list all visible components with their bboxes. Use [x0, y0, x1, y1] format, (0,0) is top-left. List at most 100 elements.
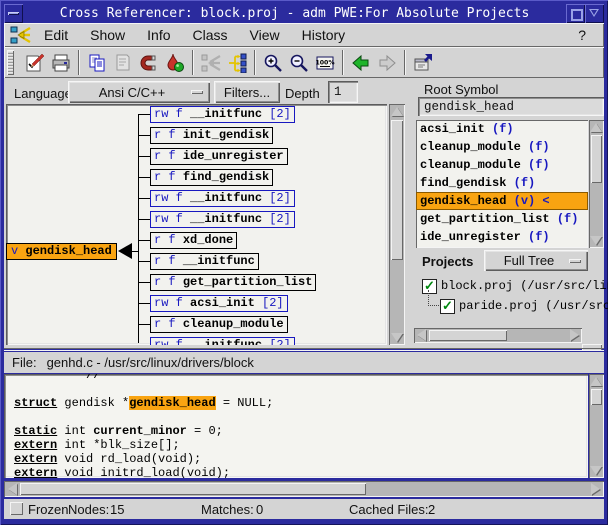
graph-node-find_gendisk[interactable]: r f find_gendisk [150, 169, 273, 186]
toolbar-separator [342, 50, 344, 75]
graph-node-acsi_init[interactable]: rw f acsi_init [2] [150, 295, 288, 312]
zoom-100-button[interactable]: 100% [312, 50, 338, 76]
hierarchy-button[interactable] [224, 50, 250, 76]
copy-button[interactable] [84, 50, 110, 76]
graph-connector-line [138, 114, 150, 115]
properties-button[interactable] [410, 50, 436, 76]
graph-node-cleanup_module[interactable]: r f cleanup_module [150, 316, 288, 333]
scrollbar-thumb[interactable] [391, 120, 403, 260]
paint-drop-button[interactable] [162, 50, 188, 76]
graph-node-__initfunc[interactable]: rw f __initfunc [2] [150, 211, 295, 228]
document-disabled-icon [113, 53, 133, 73]
language-dropdown[interactable]: Ansi C/C++ [68, 81, 210, 103]
window-title: Cross Referencer: block.proj - adm PWE:F… [23, 6, 566, 21]
scroll-right-icon[interactable] [570, 329, 579, 341]
projects-horizontal-scrollbar[interactable] [414, 328, 582, 343]
annotate-button[interactable] [22, 50, 48, 76]
print-button[interactable] [48, 50, 74, 76]
menu-item-edit[interactable]: Edit [40, 25, 72, 45]
graph-vertical-scrollbar[interactable] [389, 104, 405, 345]
shade-button[interactable] [585, 4, 604, 23]
main-horizontal-scrollbar[interactable] [4, 481, 604, 497]
scrollbar-thumb[interactable] [591, 135, 602, 183]
properties-icon [413, 53, 433, 73]
symbol-list-item-cleanup_module[interactable]: cleanup_module (f) [416, 138, 588, 156]
symbol-list-item-find_gendisk[interactable]: find_gendisk (f) [416, 174, 588, 192]
scroll-down-icon[interactable] [391, 333, 403, 342]
toolbar: 100% [4, 47, 604, 78]
project-checkbox[interactable]: ✓ [440, 299, 455, 314]
scrollbar-thumb[interactable] [591, 389, 602, 405]
window-menu-icon [8, 12, 19, 15]
project-item-block.proj[interactable]: block.proj (/usr/src/lin [441, 278, 608, 294]
graph-node-get_partition_list[interactable]: r f get_partition_list [150, 274, 316, 291]
window-menu-button[interactable] [4, 4, 23, 23]
scroll-down-icon[interactable] [590, 236, 602, 245]
graph-node-init_gendisk[interactable]: r f init_gendisk [150, 127, 273, 144]
menu-item-class[interactable]: Class [189, 25, 232, 45]
symbol-list-scrollbar[interactable] [589, 120, 604, 248]
graph-root-node[interactable]: v gendisk_head [6, 243, 117, 260]
matches-label: Matches: [201, 502, 254, 517]
graph-node-__initfunc[interactable]: rw f __initfunc [2] [150, 337, 295, 345]
root-symbol-label: Root Symbol [424, 82, 498, 97]
menu-item-info[interactable]: Info [143, 25, 174, 45]
projects-view-dropdown[interactable]: Full Tree [484, 250, 588, 271]
scroll-down-icon[interactable] [590, 466, 602, 475]
frozen-checkbox[interactable] [10, 502, 23, 515]
depth-input[interactable]: 1 [328, 81, 358, 103]
symbol-list-item-ide_unregister[interactable]: ide_unregister (f) [416, 228, 588, 246]
help-menu[interactable]: ? [578, 27, 586, 43]
graph-trunk-line [138, 114, 139, 343]
menu-item-history[interactable]: History [298, 25, 350, 45]
maximize-icon [571, 9, 583, 21]
source-code-panel[interactable]: // struct gendisk *gendisk_head = NULL; … [4, 374, 588, 478]
zoom-in-button[interactable] [260, 50, 286, 76]
graph-connector-line [138, 177, 150, 178]
graph-node-__initfunc[interactable]: rw f __initfunc [2] [150, 190, 295, 207]
xref-graph-panel[interactable]: rw f __initfunc [2] r f init_gendiskr f i… [6, 104, 387, 345]
graph-connector-line [138, 240, 150, 241]
root-symbol-input[interactable]: gendisk_head [418, 97, 604, 116]
menu-items: Edit Show Info Class View History [40, 25, 363, 45]
graph-node-__initfunc[interactable]: rw f __initfunc [2] [150, 106, 295, 123]
toolbar-separator [254, 50, 256, 75]
graph-connector-line [138, 303, 150, 304]
scroll-left-icon[interactable] [8, 483, 17, 495]
scroll-up-icon[interactable] [391, 107, 403, 116]
toolbar-separator [192, 50, 194, 75]
xref-disabled-button[interactable] [198, 50, 224, 76]
symbol-list-item-cleanup_module[interactable]: cleanup_module (f) [416, 156, 588, 174]
scrollbar-thumb[interactable] [20, 483, 366, 495]
zoom-out-button[interactable] [286, 50, 312, 76]
graph-node-xd_done[interactable]: r f xd_done [150, 232, 237, 249]
magnet-button[interactable] [136, 50, 162, 76]
menu-item-view[interactable]: View [246, 25, 284, 45]
menu-item-show[interactable]: Show [86, 25, 129, 45]
paste-disabled-button[interactable] [110, 50, 136, 76]
graph-connector-line [138, 135, 150, 136]
code-vertical-scrollbar[interactable] [589, 374, 604, 478]
scroll-right-icon[interactable] [591, 483, 600, 495]
graph-connector-line [132, 251, 138, 252]
toolbar-grip[interactable] [7, 50, 14, 75]
depth-label: Depth [285, 86, 320, 101]
maximize-button[interactable] [566, 4, 585, 23]
scroll-up-icon[interactable] [590, 377, 602, 386]
nodes-label: Nodes: [68, 502, 109, 517]
graph-node-ide_unregister[interactable]: r f ide_unregister [150, 148, 288, 165]
history-forward-button[interactable] [374, 50, 400, 76]
scroll-left-icon[interactable] [417, 329, 426, 341]
symbol-list-item-get_partition_list[interactable]: get_partition_list (f) [416, 210, 588, 228]
projects-tree: ✓block.proj (/usr/src/lin✓paride.proj (/… [416, 274, 608, 324]
file-bar: File: genhd.c - /usr/src/linux/drivers/b… [4, 352, 604, 373]
scrollbar-thumb[interactable] [429, 330, 507, 341]
scroll-up-icon[interactable] [590, 123, 602, 132]
symbol-list-item-acsi_init[interactable]: acsi_init (f) [416, 120, 588, 138]
symbol-list-item-gendisk_head[interactable]: gendisk_head (v) < [416, 192, 588, 210]
graph-node-__initfunc[interactable]: r f __initfunc [150, 253, 259, 270]
history-back-button[interactable] [348, 50, 374, 76]
filters-button[interactable]: Filters... [214, 81, 280, 103]
project-item-paride.proj[interactable]: paride.proj (/usr/src [459, 298, 608, 314]
pane-divider[interactable] [4, 348, 604, 351]
